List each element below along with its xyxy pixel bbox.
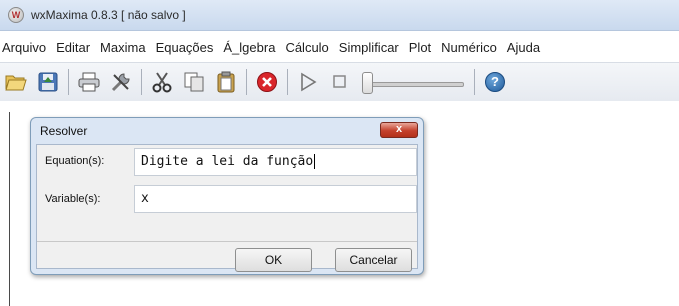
window-title: wxMaxima 0.8.3 [ não salvo ]: [31, 8, 186, 22]
menu-plot[interactable]: Plot: [404, 40, 436, 55]
slider-thumb[interactable]: [362, 72, 373, 94]
paste-icon[interactable]: [214, 70, 238, 94]
equation-value: Digite a lei da função: [141, 154, 314, 169]
close-icon[interactable]: x: [380, 122, 418, 138]
open-folder-icon[interactable]: [4, 70, 28, 94]
toolbar-separator: [141, 69, 142, 95]
cut-icon[interactable]: [150, 70, 174, 94]
text-caret: [314, 154, 316, 169]
variable-value: x: [141, 191, 149, 206]
settings-icon[interactable]: [109, 70, 133, 94]
interrupt-icon[interactable]: [255, 70, 279, 94]
dialog-title: Resolver: [40, 124, 88, 138]
ok-button[interactable]: OK: [235, 248, 312, 272]
copy-icon[interactable]: [182, 70, 206, 94]
menu-editar[interactable]: Editar: [51, 40, 95, 55]
slider-track: [366, 82, 464, 87]
menu-simplificar[interactable]: Simplificar: [334, 40, 404, 55]
variable-row: Variable(s): x: [37, 183, 417, 213]
menu-arquivo[interactable]: Arquivo: [0, 40, 51, 55]
animation-slider[interactable]: [362, 70, 464, 94]
print-icon[interactable]: [77, 70, 101, 94]
toolbar: ?: [0, 62, 679, 102]
cancel-button[interactable]: Cancelar: [335, 248, 412, 272]
dialog-body: Equation(s): Digite a lei da função Vari…: [36, 144, 418, 272]
wxmaxima-app-icon[interactable]: W: [8, 7, 24, 23]
variable-label: Variable(s):: [45, 193, 101, 205]
cell-bracket-line: [9, 112, 10, 306]
stop-icon[interactable]: [328, 70, 352, 94]
menu-ajuda[interactable]: Ajuda: [502, 40, 545, 55]
menu-numerico[interactable]: Numérico: [436, 40, 502, 55]
equation-label: Equation(s):: [45, 155, 105, 167]
toolbar-separator: [68, 69, 69, 95]
window-titlebar: W wxMaxima 0.8.3 [ não salvo ]: [0, 0, 679, 31]
play-icon[interactable]: [296, 70, 320, 94]
menu-bar: Arquivo Editar Maxima Equações Á_lgebra …: [0, 36, 679, 58]
menu-maxima[interactable]: Maxima: [95, 40, 151, 55]
resolver-dialog: Resolver x Equation(s): Digite a lei da …: [30, 117, 424, 275]
menu-equacoes[interactable]: Equações: [151, 40, 219, 55]
dialog-divider: [37, 241, 417, 242]
menu-algebra[interactable]: Á_lgebra: [218, 40, 280, 55]
toolbar-separator: [287, 69, 288, 95]
menu-calculo[interactable]: Cálculo: [280, 40, 333, 55]
help-icon[interactable]: ?: [483, 70, 507, 94]
toolbar-separator: [246, 69, 247, 95]
variable-field[interactable]: x: [134, 185, 417, 213]
toolbar-separator: [474, 69, 475, 95]
equation-field[interactable]: Digite a lei da função: [134, 148, 417, 176]
dialog-titlebar[interactable]: Resolver x: [31, 118, 423, 144]
equation-row: Equation(s): Digite a lei da função: [37, 147, 417, 177]
save-icon[interactable]: [36, 70, 60, 94]
